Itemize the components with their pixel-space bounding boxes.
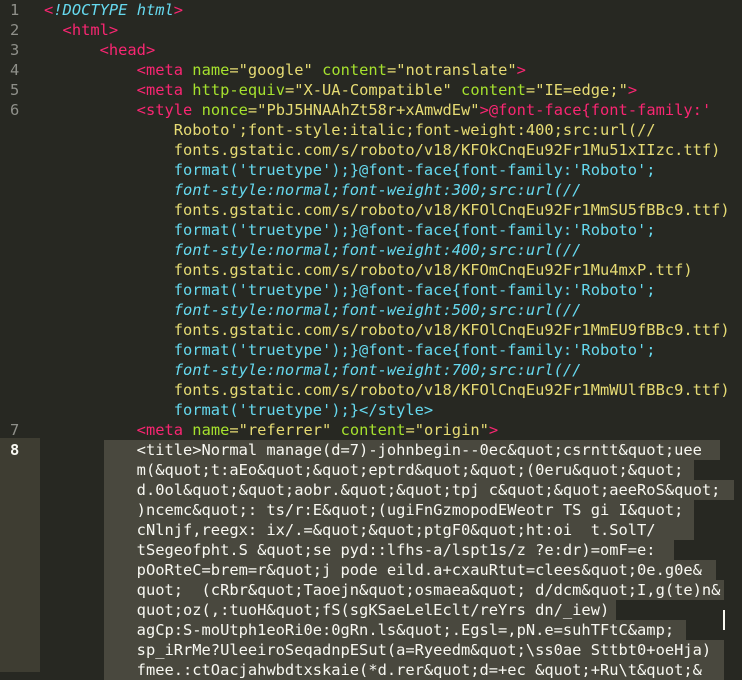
line-number: 7 (10, 421, 20, 439)
code-line-6-wrap[interactable]: font-style:normal;font-weight:500;src:ur… (44, 300, 582, 320)
code-line-6[interactable]: <style nonce="PbJ5HNAAhZt58r+xAmwdEw">@f… (44, 100, 712, 120)
code-line-6-wrap[interactable]: fonts.gstatic.com/s/roboto/v18/KFOmCnqEu… (44, 260, 693, 280)
code-line-1[interactable]: <!DOCTYPE html> (44, 0, 183, 20)
code-line-6-wrap[interactable]: format('truetype');}</style> (44, 400, 433, 420)
code-line-6-wrap[interactable]: format('truetype');}@font-face{font-fami… (44, 220, 656, 240)
code-line-8-wrap[interactable]: sp_iRrMe?UleeiroSeqadnpESut(a=Ryeedm&quo… (44, 640, 712, 660)
code-line-5[interactable]: <meta http-equiv="X-UA-Compatible" conte… (44, 80, 637, 100)
code-line-3[interactable]: <head> (44, 40, 156, 60)
code-line-8-wrap[interactable]: )ncemc&quot;: ts/r:E&quot;(ugiFnGzmopodE… (44, 500, 684, 520)
line-number: 6 (10, 101, 20, 119)
code-line-8-wrap[interactable]: m(&quot;t:aEo&quot;&quot;eptrd&quot;&quo… (44, 460, 684, 480)
code-line-8-wrap[interactable]: cNlnjf,reegx: ix/.=&quot;&quot;ptgF0&quo… (44, 520, 656, 540)
line-number: 4 (10, 61, 20, 79)
line-number: 3 (10, 41, 20, 59)
code-line-6-wrap[interactable]: format('truetype');}@font-face{font-fami… (44, 280, 656, 300)
code-line-8-wrap[interactable]: quot;oz(,:tuoH&quot;fS(sgKSaeLelEclt/reY… (44, 600, 610, 620)
code-line-6-wrap[interactable]: fonts.gstatic.com/s/roboto/v18/KFOkCnqEu… (44, 140, 721, 160)
line-number: 2 (10, 21, 20, 39)
code-line-8-wrap[interactable]: tSegeofpht.S &quot;se pyd::lfhs-a/lspt1s… (44, 540, 665, 560)
code-line-8-wrap[interactable]: agCp:S-moUtph1eoRi0e:0gRn.ls&quot;.Egsl=… (44, 620, 674, 640)
code-line-8-wrap[interactable]: d.0ol&quot;&quot;aobr.&quot;&quot;tpj c&… (44, 480, 721, 500)
code-line-6-wrap[interactable]: font-style:normal;font-weight:700;src:ur… (44, 360, 582, 380)
code-line-4[interactable]: <meta name="google" content="notranslate… (44, 60, 526, 80)
code-line-8-wrap[interactable]: fmee.:ctOacjahwbdtxskaie(*d.rer&quot;d=+… (44, 660, 702, 680)
code-line-6-wrap[interactable]: fonts.gstatic.com/s/roboto/v18/KFOlCnqEu… (44, 200, 730, 220)
code-line-2[interactable]: <html> (44, 20, 119, 40)
code-line-8[interactable]: <title>Normal manage(d=7)-johnbegin--0ec… (44, 440, 702, 460)
line-number: 5 (10, 81, 20, 99)
text-cursor (723, 610, 725, 630)
code-line-8-wrap[interactable]: pOoRteC=brem=r&quot;j pode eild.a+cxauRt… (44, 560, 702, 580)
code-line-6-wrap[interactable]: Roboto';font-style:italic;font-weight:40… (44, 120, 656, 140)
code-line-6-wrap[interactable]: font-style:normal;font-weight:400;src:ur… (44, 240, 582, 260)
code-line-6-wrap[interactable]: format('truetype');}@font-face{font-fami… (44, 340, 656, 360)
code-line-8-wrap[interactable]: quot; (cRbr&quot;Taoejn&quot;osmaea&quot… (44, 580, 721, 600)
active-line-highlight (0, 438, 40, 672)
code-editor[interactable]: 1 2 3 4 5 6 7 8 <!DOCTYPE html> <html> <… (0, 0, 742, 680)
line-number-active: 8 (10, 441, 20, 459)
code-line-6-wrap[interactable]: format('truetype');}@font-face{font-fami… (44, 160, 656, 180)
line-number: 1 (10, 1, 20, 19)
code-line-6-wrap[interactable]: fonts.gstatic.com/s/roboto/v18/KFOlCnqEu… (44, 320, 730, 340)
code-line-6-wrap[interactable]: font-style:normal;font-weight:300;src:ur… (44, 180, 582, 200)
code-line-7[interactable]: <meta name="referrer" content="origin"> (44, 420, 498, 440)
code-line-6-wrap[interactable]: fonts.gstatic.com/s/roboto/v18/KFOlCnqEu… (44, 380, 730, 400)
